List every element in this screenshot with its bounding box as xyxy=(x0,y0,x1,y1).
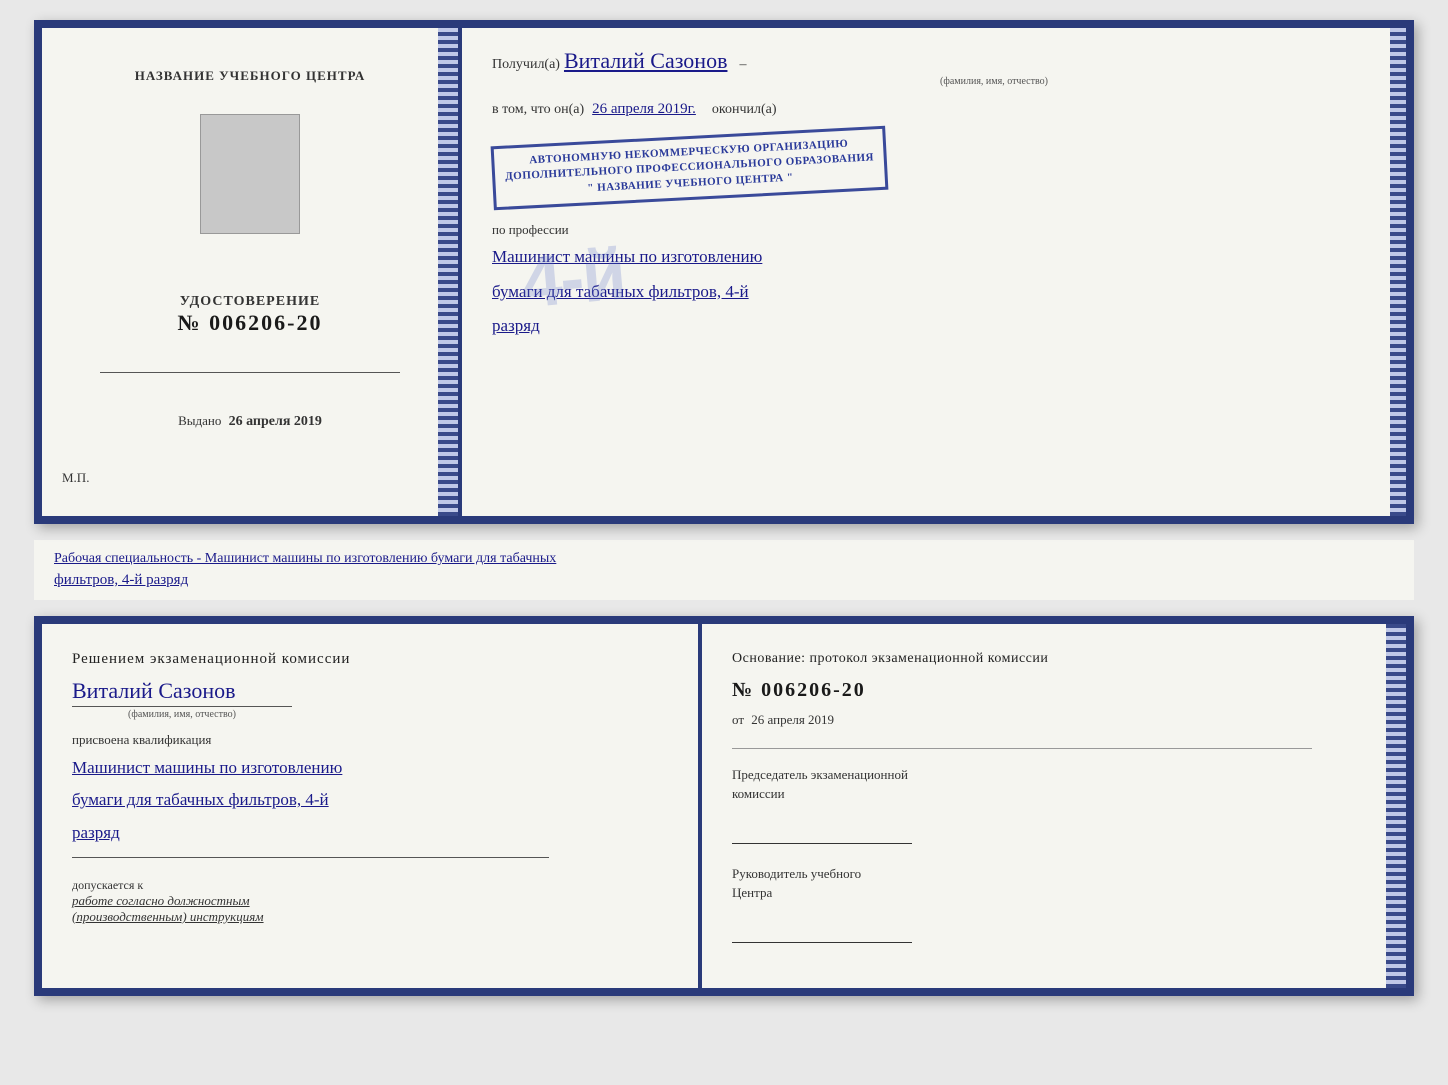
profession-label: по профессии xyxy=(492,222,1376,238)
recipient-name: Виталий Сазонов xyxy=(564,48,727,74)
right-decoration-strip xyxy=(1386,624,1406,988)
основание-label: Основание: протокол экзаменационной коми… xyxy=(732,648,1376,669)
head-signature-line xyxy=(732,923,912,943)
recipient-line: Получил(а) Виталий Сазонов – xyxy=(492,48,1376,74)
protocol-number: № 006206-20 xyxy=(732,679,1376,702)
spine-decoration-right xyxy=(1390,28,1406,516)
profession-text-2: бумаги для табачных фильтров, 4-й xyxy=(492,277,1376,308)
допускается-value: работе согласно должностным(производстве… xyxy=(72,893,668,925)
mp-label: М.П. xyxy=(62,470,89,486)
photo-placeholder xyxy=(200,114,300,234)
vtom-date: 26 апреля 2019г. xyxy=(592,101,696,118)
qualification-line3: разряд xyxy=(72,817,668,849)
vtom-label: в том, что он(а) xyxy=(492,102,584,118)
bottom-right-panel: Основание: протокол экзаменационной коми… xyxy=(702,624,1406,988)
middle-strip: Рабочая специальность - Машинист машины … xyxy=(34,540,1414,600)
resolution-title: Решением экзаменационной комиссии xyxy=(72,648,668,671)
recipient-subtitle: (фамилия, имя, отчество) xyxy=(612,76,1376,87)
qualification-line2: бумаги для табачных фильтров, 4-й xyxy=(72,784,668,816)
vtom-line: в том, что он(а) 26 апреля 2019г. окончи… xyxy=(492,101,1376,118)
ot-label: от xyxy=(732,712,744,727)
head-block: Руководитель учебногоЦентра xyxy=(732,864,1376,943)
head-label: Руководитель учебногоЦентра xyxy=(732,864,1376,903)
top-document: НАЗВАНИЕ УЧЕБНОГО ЦЕНТРА УДОСТОВЕРЕНИЕ №… xyxy=(34,20,1414,524)
bottom-document: Решением экзаменационной комиссии Витали… xyxy=(34,616,1414,996)
profession-text-3: разряд xyxy=(492,311,1376,342)
middle-text: Рабочая специальность - Машинист машины … xyxy=(54,548,1394,592)
chairman-block: Председатель экзаменационнойкомиссии xyxy=(732,765,1376,844)
chairman-signature-line xyxy=(732,824,912,844)
chairman-label: Председатель экзаменационнойкомиссии xyxy=(732,765,1376,804)
finished-label: окончил(а) xyxy=(712,102,777,118)
certificate-left-panel: НАЗВАНИЕ УЧЕБНОГО ЦЕНТРА УДОСТОВЕРЕНИЕ №… xyxy=(42,28,462,516)
bottom-left-panel: Решением экзаменационной комиссии Витали… xyxy=(42,624,702,988)
received-label: Получил(а) xyxy=(492,57,560,73)
stamp-box: АВТОНОМНУЮ НЕКОММЕРЧЕСКУЮ ОРГАНИЗАЦИЮ ДО… xyxy=(491,126,889,211)
middle-text-prefix: Рабочая специальность - Машинист машины … xyxy=(54,551,556,566)
ot-line: от 26 апреля 2019 xyxy=(732,712,1376,728)
certificate-right-panel: Получил(а) Виталий Сазонов – (фамилия, и… xyxy=(462,28,1406,516)
certificate-number: № 006206-20 xyxy=(178,310,323,336)
profession-text-1: Машинист машины по изготовлению xyxy=(492,242,1376,273)
ot-date: 26 апреля 2019 xyxy=(751,712,834,727)
training-center-title: НАЗВАНИЕ УЧЕБНОГО ЦЕНТРА xyxy=(135,68,366,84)
допускается-label: допускается к xyxy=(72,878,143,892)
issued-label: Выдано xyxy=(178,413,221,428)
bottom-name-handwritten: Виталий Сазонов xyxy=(72,678,668,704)
issued-date-value: 26 апреля 2019 xyxy=(229,414,322,429)
issued-date-line: Выдано 26 апреля 2019 xyxy=(178,413,322,430)
qualification-line1: Машинист машины по изготовлению xyxy=(72,752,668,784)
middle-text-underlined: фильтров, 4-й разряд xyxy=(54,572,188,588)
qualification-label: присвоена квалификация xyxy=(72,732,668,748)
certificate-label: УДОСТОВЕРЕНИЕ xyxy=(178,294,323,310)
допускается-block: допускается к работе согласно должностны… xyxy=(72,878,668,925)
spine-decoration-left xyxy=(438,28,458,516)
bottom-name-subtitle: (фамилия, имя, отчество) xyxy=(72,706,292,720)
